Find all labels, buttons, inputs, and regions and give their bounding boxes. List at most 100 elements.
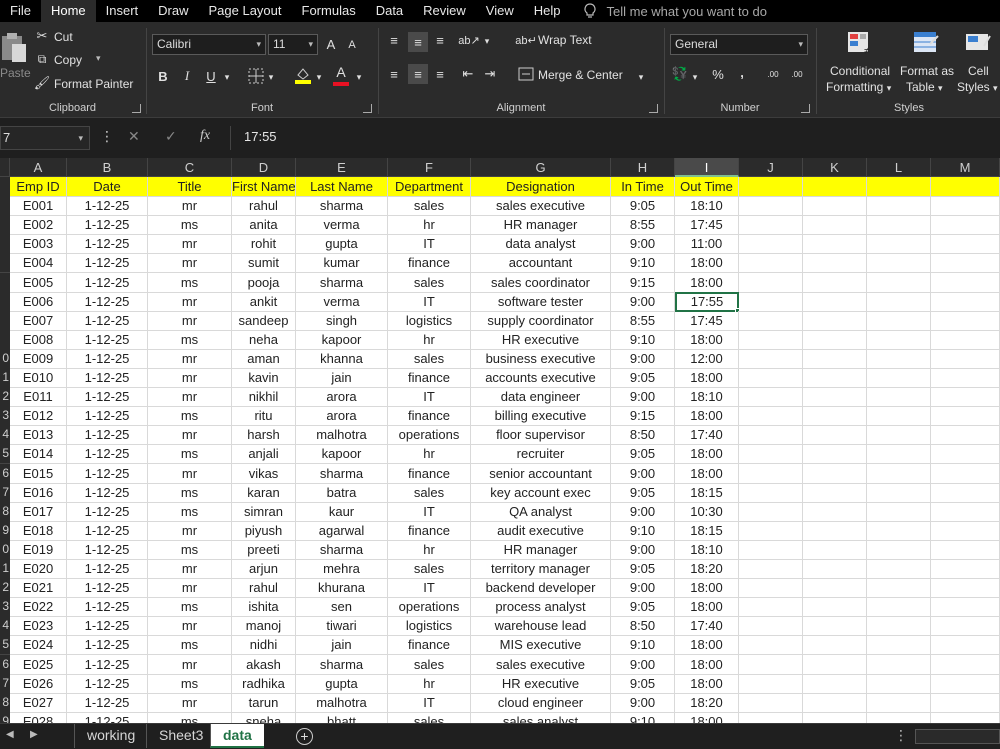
table-cell[interactable]: mr xyxy=(148,387,232,408)
table-cell[interactable]: batra xyxy=(296,482,388,503)
table-cell[interactable]: 1-12-25 xyxy=(67,711,148,723)
table-cell[interactable]: simran xyxy=(232,501,296,522)
table-cell[interactable]: hr xyxy=(388,539,471,560)
table-cell[interactable] xyxy=(803,291,867,312)
wrap-text-button[interactable]: Wrap Text xyxy=(538,33,592,47)
table-cell[interactable]: IT xyxy=(388,387,471,408)
table-cell[interactable]: data analyst xyxy=(471,234,611,255)
table-cell[interactable]: QA analyst xyxy=(471,501,611,522)
table-cell[interactable]: E008 xyxy=(10,329,67,350)
table-cell[interactable]: 1-12-25 xyxy=(67,444,148,465)
column-header-i[interactable]: I xyxy=(675,158,739,177)
table-cell[interactable] xyxy=(739,425,803,446)
table-cell[interactable]: 9:00 xyxy=(611,463,675,484)
table-cell[interactable]: 11:00 xyxy=(675,234,739,255)
table-cell[interactable]: 17:45 xyxy=(675,215,739,236)
table-cell[interactable]: E003 xyxy=(10,234,67,255)
table-cell[interactable] xyxy=(931,272,1000,293)
table-cell[interactable]: hr xyxy=(388,329,471,350)
table-cell[interactable] xyxy=(803,597,867,618)
table-cell[interactable] xyxy=(931,673,1000,694)
table-cell[interactable]: senior accountant xyxy=(471,463,611,484)
table-cell[interactable] xyxy=(931,368,1000,388)
table-cell[interactable]: 9:00 xyxy=(611,387,675,408)
column-header-g[interactable]: G xyxy=(471,158,611,177)
table-cell[interactable]: IT xyxy=(388,578,471,599)
table-cell[interactable] xyxy=(739,578,803,599)
table-cell[interactable] xyxy=(803,253,867,274)
table-cell[interactable]: E001 xyxy=(10,196,67,217)
conditional-label[interactable]: Conditional xyxy=(830,64,890,78)
row-header[interactable] xyxy=(0,291,10,312)
table-cell[interactable]: bhatt xyxy=(296,711,388,723)
table-cell[interactable]: nidhi xyxy=(232,635,296,656)
table-cell[interactable]: 9:05 xyxy=(611,444,675,465)
merge-center-button[interactable]: Merge & Center xyxy=(538,68,623,82)
table-cell[interactable]: 18:15 xyxy=(675,482,739,503)
table-cell[interactable]: 1-12-25 xyxy=(67,463,148,484)
table-cell[interactable]: accounts executive xyxy=(471,368,611,388)
table-cell[interactable] xyxy=(931,616,1000,637)
table-cell[interactable]: ms xyxy=(148,501,232,522)
tab-review[interactable]: Review xyxy=(413,0,476,22)
cancel-icon[interactable]: ✕ xyxy=(128,128,140,145)
table-cell[interactable]: 9:10 xyxy=(611,520,675,541)
table-cell[interactable] xyxy=(867,711,931,723)
table-cell[interactable]: sen xyxy=(296,597,388,618)
table-cell[interactable]: MIS executive xyxy=(471,635,611,656)
table-cell[interactable]: rohit xyxy=(232,234,296,255)
chevron-down-icon[interactable]: ▾ xyxy=(266,70,276,84)
table-cell[interactable] xyxy=(867,253,931,274)
table-cell[interactable]: 9:00 xyxy=(611,654,675,675)
table-cell[interactable]: 1-12-25 xyxy=(67,692,148,713)
header-cell[interactable]: First Name xyxy=(232,177,296,197)
table-cell[interactable] xyxy=(739,444,803,465)
table-cell[interactable]: E013 xyxy=(10,425,67,446)
formatting-label[interactable]: Formatting ▾ xyxy=(826,80,891,94)
table-cell[interactable]: 9:00 xyxy=(611,234,675,255)
table-cell[interactable] xyxy=(867,578,931,599)
table-cell[interactable]: pooja xyxy=(232,272,296,293)
tab-view[interactable]: View xyxy=(476,0,524,22)
table-cell[interactable]: rahul xyxy=(232,196,296,217)
table-cell[interactable] xyxy=(739,711,803,723)
table-cell[interactable]: E024 xyxy=(10,635,67,656)
column-header-c[interactable]: C xyxy=(148,158,232,177)
table-cell[interactable]: 1-12-25 xyxy=(67,425,148,446)
table-cell[interactable]: E016 xyxy=(10,482,67,503)
table-cell[interactable]: data engineer xyxy=(471,387,611,408)
chevron-down-icon[interactable]: ▾ xyxy=(222,70,232,84)
table-cell[interactable]: mr xyxy=(148,348,232,369)
row-header[interactable]: 6 xyxy=(0,463,10,484)
table-cell[interactable]: 18:00 xyxy=(675,578,739,599)
table-cell[interactable] xyxy=(803,348,867,369)
font-launcher-icon[interactable] xyxy=(363,104,372,113)
table-cell[interactable] xyxy=(931,520,1000,541)
tab-draw[interactable]: Draw xyxy=(148,0,198,22)
table-cell[interactable]: ms xyxy=(148,539,232,560)
table-cell[interactable]: 17:45 xyxy=(675,310,739,331)
header-cell[interactable]: Date xyxy=(67,177,148,197)
chevron-down-icon[interactable]: ▾ xyxy=(482,34,492,48)
table-cell[interactable] xyxy=(867,520,931,541)
table-cell[interactable] xyxy=(931,310,1000,331)
table-cell[interactable] xyxy=(867,482,931,503)
row-header[interactable]: 1 xyxy=(0,368,10,388)
table-cell[interactable]: 18:10 xyxy=(675,539,739,560)
table-cell[interactable] xyxy=(931,406,1000,427)
table-cell[interactable]: ms xyxy=(148,444,232,465)
formula-input[interactable]: 17:55 xyxy=(230,126,1000,150)
table-cell[interactable]: 1-12-25 xyxy=(67,501,148,522)
table-cell[interactable]: 8:55 xyxy=(611,215,675,236)
table-cell[interactable]: territory manager xyxy=(471,559,611,579)
table-cell[interactable]: E004 xyxy=(10,253,67,274)
enter-icon[interactable]: ✓ xyxy=(165,128,177,145)
table-cell[interactable]: kavin xyxy=(232,368,296,388)
table-cell[interactable]: E011 xyxy=(10,387,67,408)
row-header[interactable]: 4 xyxy=(0,616,10,637)
table-cell[interactable] xyxy=(867,597,931,618)
table-cell[interactable]: gupta xyxy=(296,673,388,694)
table-cell[interactable]: 1-12-25 xyxy=(67,635,148,656)
table-cell[interactable]: ms xyxy=(148,406,232,427)
table-cell[interactable]: ms xyxy=(148,673,232,694)
